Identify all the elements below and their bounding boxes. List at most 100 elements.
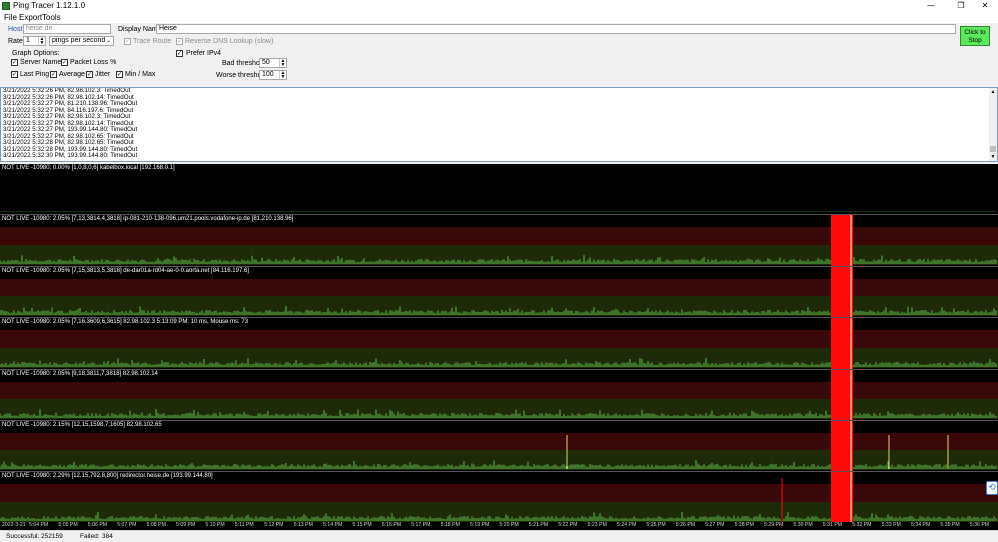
rate-spinner-icon[interactable]: ▲ ▼ bbox=[38, 37, 45, 45]
time-tick-label: 5:12 PM bbox=[264, 522, 284, 528]
time-tick-label: 5:08 PM bbox=[146, 522, 166, 528]
graph-header: NOT LIVE -10980: 2.05% [7,13,3814,4,3818… bbox=[2, 216, 294, 222]
log-scrollbar[interactable]: ▲ ▼ bbox=[989, 88, 997, 161]
graph-header: NOT LIVE -10980: 2.05% [7,15,3813,5,3818… bbox=[2, 268, 249, 274]
host-input[interactable]: heise.de bbox=[23, 24, 111, 34]
ping-trace bbox=[0, 267, 997, 318]
trace-route-label: Trace Route bbox=[133, 38, 172, 45]
graph-area[interactable]: NOT LIVE -10980: 0.00% [1,0,8,0,6] kabel… bbox=[0, 164, 998, 524]
time-tick-label: 5:19 PM bbox=[470, 522, 490, 528]
reverse-dns-checkbox[interactable]: ✓ bbox=[176, 38, 183, 45]
server-names-checkbox[interactable]: ✓ bbox=[11, 59, 18, 66]
bad-threshold-input[interactable]: 50 ▲ ▼ bbox=[259, 58, 287, 68]
ping-trace bbox=[0, 211, 997, 212]
graph-header: NOT LIVE -10980: 2.29% [12,15,792,8,800]… bbox=[2, 473, 213, 479]
graph-header: NOT LIVE -10980: 2.05% [9,18,3811,7,3818… bbox=[2, 371, 158, 377]
time-tick-label: 5:04 PM bbox=[29, 522, 49, 528]
worse-threshold-input[interactable]: 100 ▲ ▼ bbox=[259, 70, 287, 80]
time-tick-label: 2022-3-21 bbox=[2, 522, 26, 528]
bad-threshold-spinner-icon[interactable]: ▲ ▼ bbox=[279, 59, 286, 67]
menu-export[interactable]: Export bbox=[19, 13, 42, 22]
floating-tool-icon[interactable]: ⟲ bbox=[986, 481, 998, 495]
jitter-label: Jitter bbox=[95, 71, 111, 78]
time-tick-label: 5:20 PM bbox=[499, 522, 519, 528]
time-tick-label: 5:33 PM bbox=[881, 522, 901, 528]
menu-bar: File Export Tools bbox=[0, 12, 998, 23]
worse-threshold-spinner-icon[interactable]: ▲ ▼ bbox=[279, 71, 286, 79]
rate-input[interactable]: 1 ▲ ▼ bbox=[23, 36, 46, 46]
time-tick-label: 5:14 PM bbox=[323, 522, 343, 528]
ping-graph[interactable]: NOT LIVE -10980: 2.05% [7,15,3813,5,3818… bbox=[0, 267, 998, 318]
rate-unit-select[interactable]: pings per second ⌄ bbox=[49, 36, 114, 46]
ping-trace bbox=[0, 472, 997, 524]
jitter-checkbox[interactable]: ✓ bbox=[86, 71, 93, 78]
menu-tools[interactable]: Tools bbox=[42, 13, 61, 22]
graph-header: NOT LIVE -10980: 0.00% [1,0,8,0,6] kabel… bbox=[2, 165, 175, 171]
time-tick-label: 5:24 PM bbox=[617, 522, 637, 528]
average-checkbox[interactable]: ✓ bbox=[50, 71, 57, 78]
time-tick-label: 5:23 PM bbox=[587, 522, 607, 528]
successful-label: Successful: bbox=[6, 533, 40, 540]
menu-file[interactable]: File bbox=[4, 13, 17, 22]
successful-value: 252159 bbox=[41, 533, 63, 540]
failed-value: 384 bbox=[102, 533, 113, 540]
log-output[interactable]: 3/21/2022 5:32:26 PM, 82.98.102.3: Timed… bbox=[0, 87, 998, 162]
stop-button-line1: Click to bbox=[964, 29, 986, 36]
time-tick-label: 5:30 PM bbox=[793, 522, 813, 528]
min-max-checkbox[interactable]: ✓ bbox=[116, 71, 123, 78]
time-tick-label: 5:18 PM bbox=[440, 522, 460, 528]
status-bar: Successful: 252159 Failed: 384 bbox=[0, 530, 998, 542]
window-title: Ping Tracer 1.12.1.0 bbox=[13, 1, 86, 10]
time-tick-label: 5:34 PM bbox=[911, 522, 931, 528]
time-tick-label: 5:35 PM bbox=[940, 522, 960, 528]
min-max-label: Min / Max bbox=[125, 71, 156, 78]
maximize-icon[interactable]: ❐ bbox=[948, 0, 974, 12]
log-line: 3/21/2022 5:32:30 PM, 193.99.144.80: Tim… bbox=[3, 152, 138, 159]
trace-route-checkbox[interactable]: ✓ bbox=[124, 38, 131, 45]
time-tick-label: 5:17 PM bbox=[411, 522, 431, 528]
time-tick-label: 5:32 PM bbox=[852, 522, 872, 528]
time-tick-label: 5:27 PM bbox=[705, 522, 725, 528]
time-tick-label: 5:10 PM bbox=[205, 522, 225, 528]
scroll-thumb[interactable] bbox=[990, 146, 996, 152]
ping-trace bbox=[0, 370, 997, 421]
packet-loss-checkbox[interactable]: ✓ bbox=[61, 59, 68, 66]
stop-button-line2: Stop bbox=[968, 37, 982, 44]
time-tick-label: 5:29 PM bbox=[764, 522, 784, 528]
graph-header: NOT LIVE -10980: 2.05% [7,16,3609,6,3615… bbox=[2, 319, 249, 325]
ping-graph[interactable]: NOT LIVE -10980: 2.05% [7,13,3814,4,3818… bbox=[0, 215, 998, 267]
prefer-ipv4-checkbox[interactable]: ✓ bbox=[176, 50, 183, 57]
time-tick-label: 5:15 PM bbox=[352, 522, 372, 528]
app-icon bbox=[2, 2, 10, 10]
ping-graph[interactable]: NOT LIVE -10980: 2.15% [12,15,1598,7,160… bbox=[0, 421, 998, 472]
scroll-down-icon[interactable]: ▼ bbox=[989, 153, 997, 161]
timeout-region bbox=[831, 370, 853, 421]
last-ping-label: Last Ping bbox=[20, 71, 50, 78]
timeout-region bbox=[831, 267, 853, 318]
time-tick-label: 5:21 PM bbox=[528, 522, 549, 528]
timeout-region bbox=[831, 421, 853, 472]
ping-graph[interactable]: NOT LIVE -10980: 0.00% [1,0,8,0,6] kabel… bbox=[0, 164, 998, 215]
time-tick-label: 5:07 PM bbox=[117, 522, 137, 528]
time-tick-label: 5:11 PM bbox=[234, 522, 254, 528]
graph-options-label: Graph Options: bbox=[12, 50, 60, 57]
timeout-region bbox=[831, 318, 853, 370]
minimize-icon[interactable]: — bbox=[918, 0, 944, 12]
prefer-ipv4-label: Prefer IPv4 bbox=[186, 50, 222, 57]
scroll-up-icon[interactable]: ▲ bbox=[989, 88, 997, 96]
server-names-label: Server Names bbox=[20, 59, 65, 66]
chevron-down-icon: ⌄ bbox=[105, 38, 111, 44]
ping-graph[interactable]: NOT LIVE -10980: 2.05% [7,16,3609,6,3615… bbox=[0, 318, 998, 370]
worse-threshold-value: 100 bbox=[262, 71, 274, 78]
ping-trace bbox=[0, 421, 997, 472]
stop-button[interactable]: Click to Stop bbox=[960, 26, 990, 46]
time-tick-label: 5:26 PM bbox=[675, 522, 696, 528]
display-name-input[interactable]: Heise bbox=[156, 24, 956, 34]
ping-trace bbox=[0, 318, 997, 370]
ping-graph[interactable]: NOT LIVE -10980: 2.05% [9,18,3811,7,3818… bbox=[0, 370, 998, 421]
time-tick-label: 5:36 PM bbox=[969, 522, 990, 528]
last-ping-checkbox[interactable]: ✓ bbox=[11, 71, 18, 78]
close-icon[interactable]: ✕ bbox=[972, 0, 998, 12]
time-tick-label: 5:09 PM bbox=[176, 522, 196, 528]
ping-graph[interactable]: NOT LIVE -10980: 2.29% [12,15,792,8,800]… bbox=[0, 472, 998, 524]
